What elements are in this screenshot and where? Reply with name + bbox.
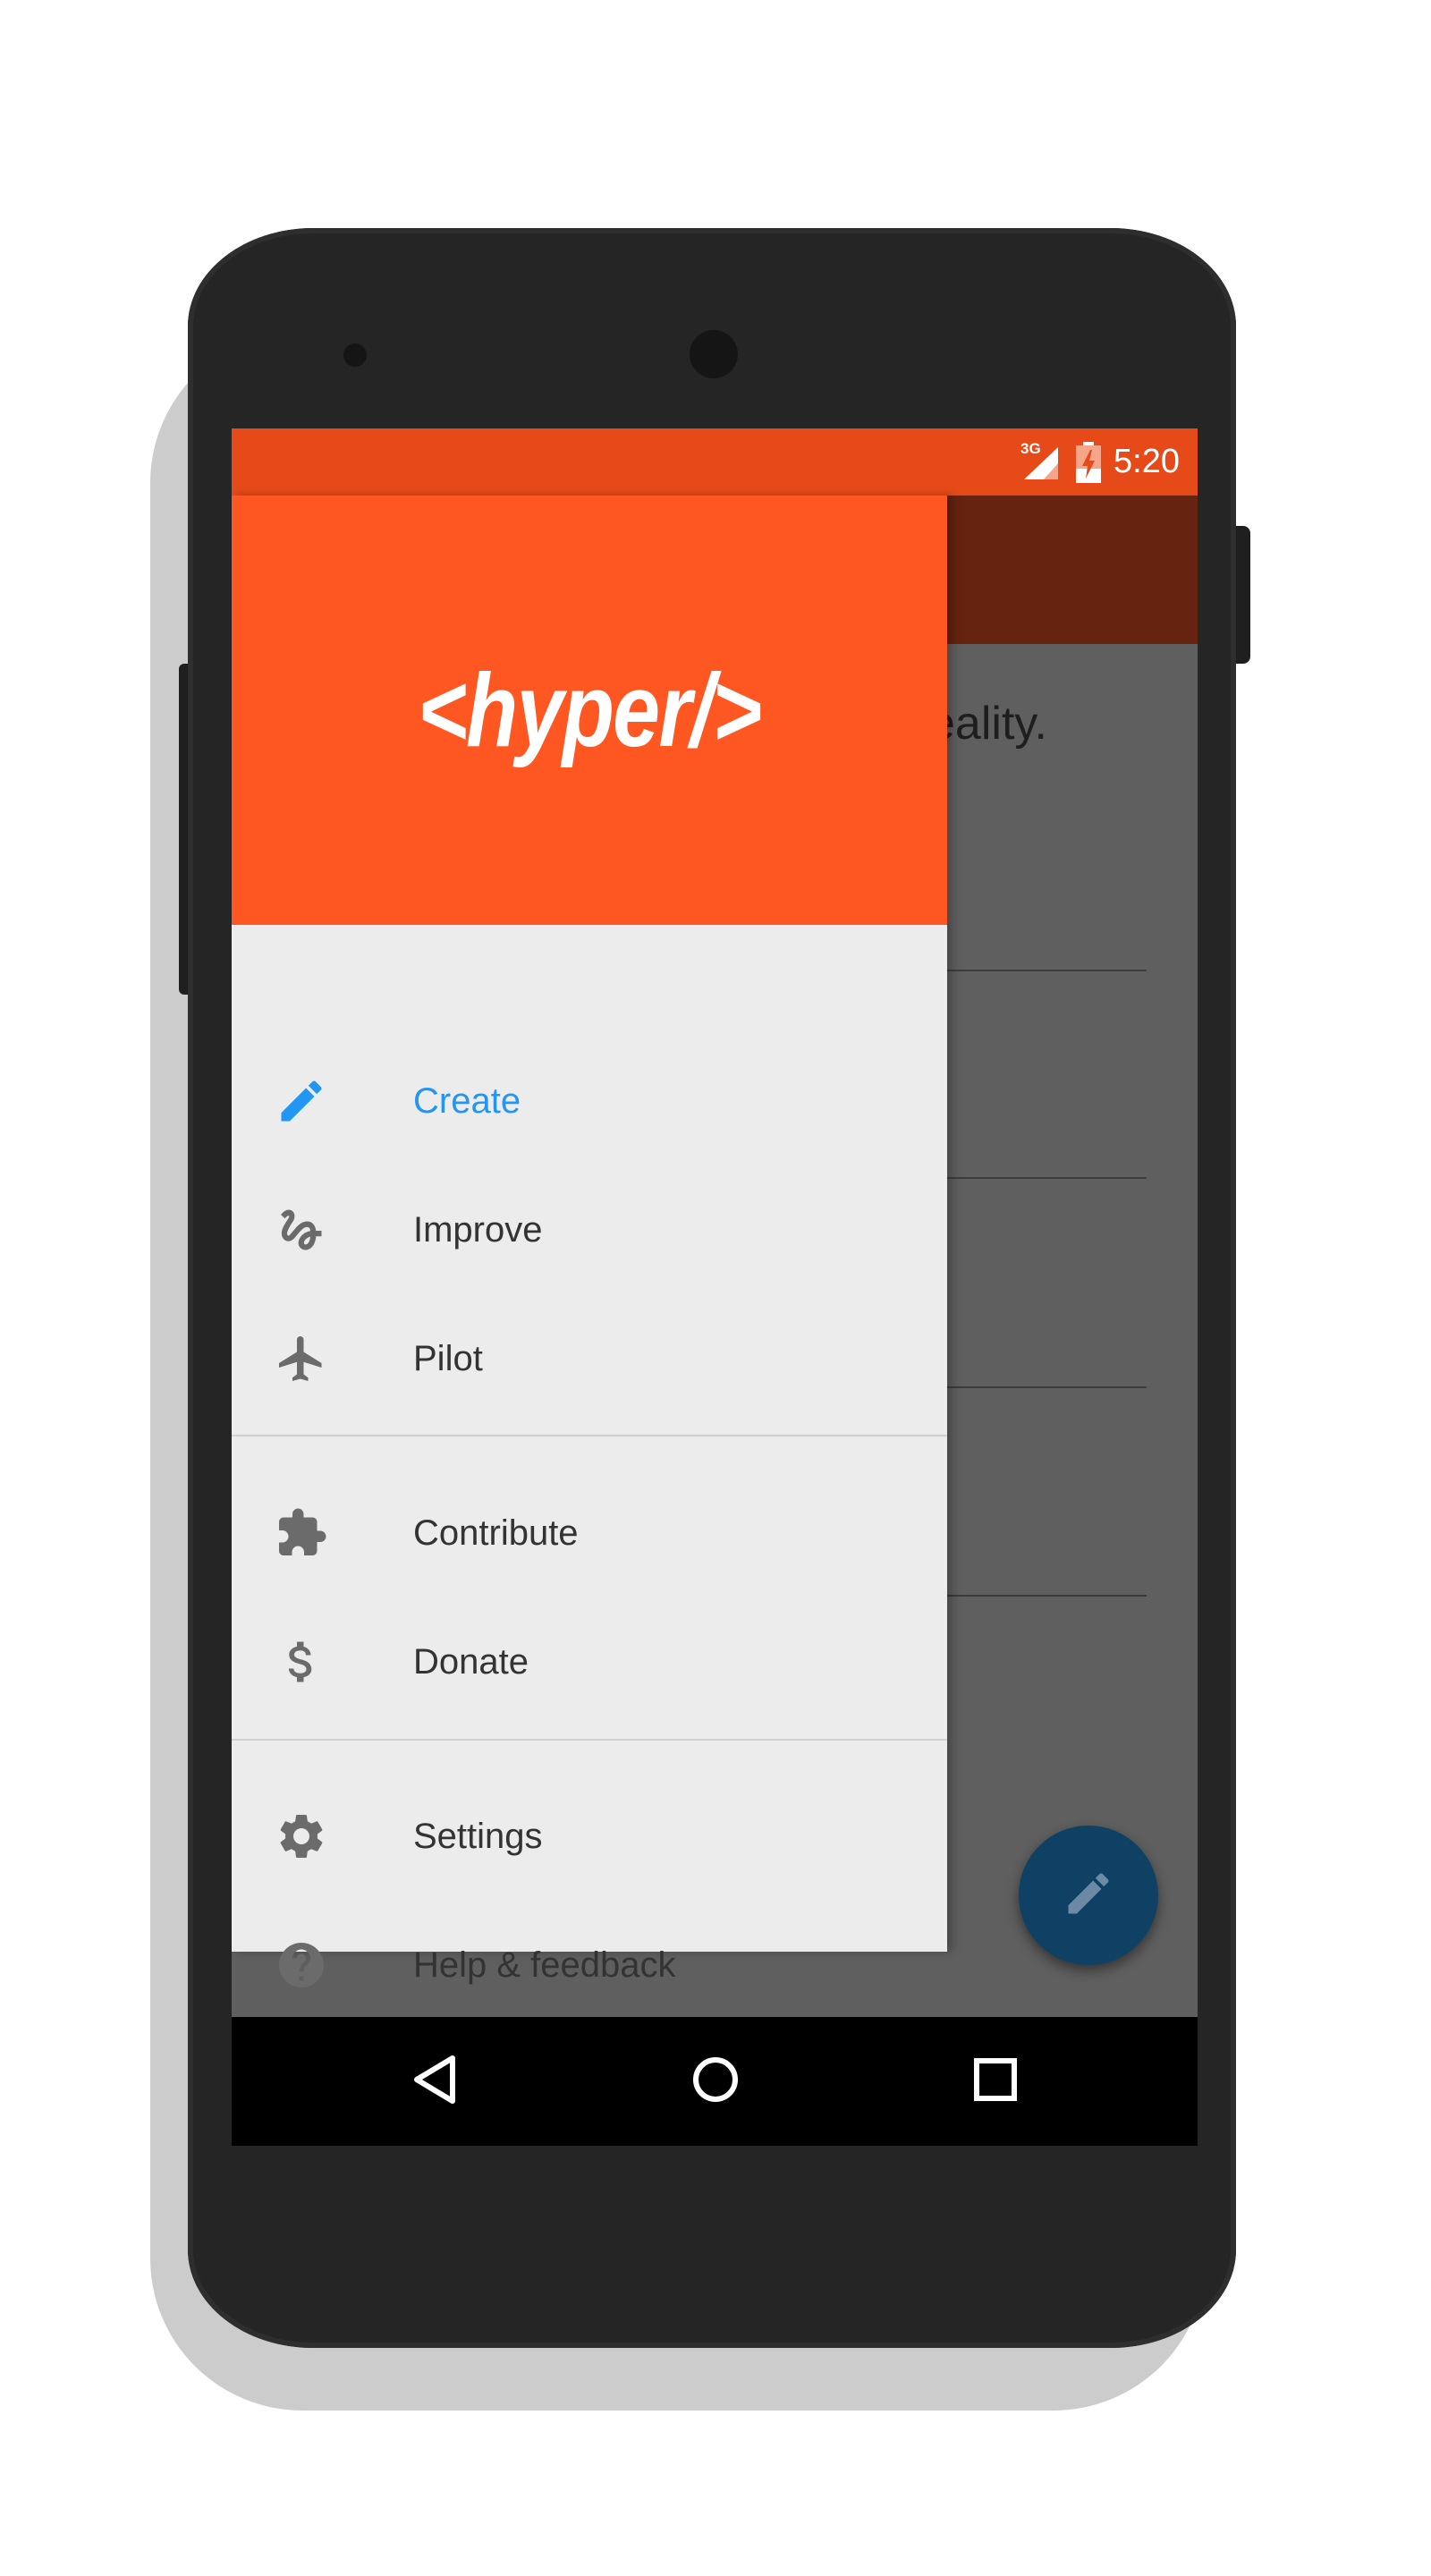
drawer-item-label: Create (413, 1080, 521, 1121)
airplane-icon (273, 1330, 330, 1387)
status-time: 5:20 (1113, 443, 1180, 480)
compose-fab[interactable] (1019, 1826, 1158, 1965)
help-icon (273, 1936, 330, 1994)
home-circle-icon (690, 2055, 741, 2109)
drawer-divider (232, 1435, 947, 1436)
back-triangle-icon (410, 2053, 460, 2111)
navigation-drawer: <hyper/> Create Improve Pilot Contribute… (232, 496, 947, 1987)
signal-3g-icon: 3G (1019, 439, 1063, 483)
drawer-divider (232, 1739, 947, 1741)
drawer-item-label: Pilot (413, 1338, 483, 1378)
drawer-item-label: Improve (413, 1209, 543, 1250)
gear-icon (273, 1808, 330, 1865)
front-camera (690, 330, 738, 378)
status-icons: 3G 5:20 (1019, 428, 1180, 496)
system-navigation-bar (232, 2017, 1198, 2146)
drawer-item-help-feedback[interactable]: Help & feedback (232, 1901, 947, 2029)
drawer-item-contribute[interactable]: Contribute (232, 1469, 947, 1597)
network-type-label: 3G (1020, 439, 1041, 457)
recents-square-icon (972, 2056, 1019, 2107)
pencil-icon (273, 1072, 330, 1130)
drawer-item-label: Settings (413, 1816, 543, 1856)
dollar-icon (273, 1633, 330, 1690)
recents-button[interactable] (942, 2017, 1049, 2146)
pencil-icon (1062, 1867, 1115, 1925)
drawer-item-label: Donate (413, 1641, 529, 1682)
battery-charging-icon (1076, 441, 1102, 483)
gesture-icon (273, 1201, 330, 1258)
drawer-header: <hyper/> (232, 496, 947, 925)
screen: 3G 5:20 eality. <hyper/> Create Improve … (232, 428, 1198, 2146)
drawer-item-improve[interactable]: Improve (232, 1165, 947, 1294)
proximity-sensor (343, 343, 367, 367)
drawer-item-settings[interactable]: Settings (232, 1772, 947, 1901)
drawer-item-donate[interactable]: Donate (232, 1597, 947, 1726)
drawer-item-label: Help & feedback (413, 1945, 676, 1985)
drawer-item-create[interactable]: Create (232, 1037, 947, 1165)
drawer-item-label: Contribute (413, 1513, 579, 1553)
back-button[interactable] (381, 2017, 488, 2146)
drawer-scrim[interactable] (947, 496, 1198, 2017)
puzzle-icon (273, 1504, 330, 1562)
app-logo: <hyper/> (418, 652, 762, 768)
status-bar: 3G 5:20 (232, 428, 1198, 496)
home-button[interactable] (662, 2017, 769, 2146)
drawer-item-pilot[interactable]: Pilot (232, 1294, 947, 1423)
